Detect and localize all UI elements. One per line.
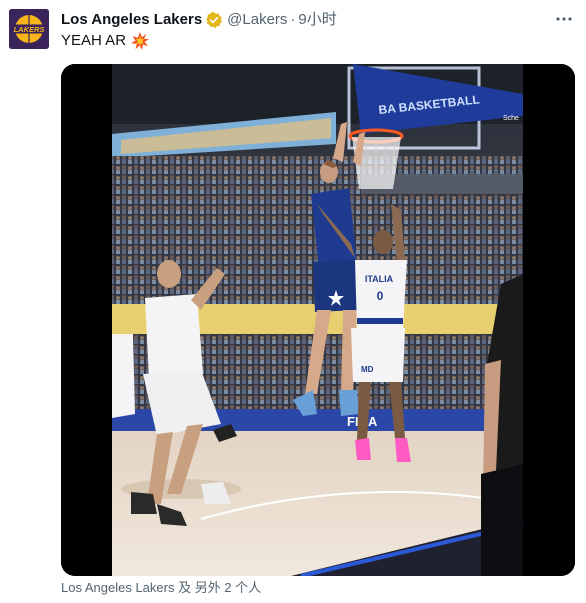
video-media[interactable]: FIBA BA BASKETBALL Sche bbox=[61, 64, 575, 576]
more-horizontal-icon[interactable] bbox=[552, 9, 576, 29]
collision-emoji-icon bbox=[131, 32, 150, 50]
timestamp[interactable]: 9小时 bbox=[298, 10, 336, 30]
avatar-wordmark: LAKERS bbox=[14, 25, 45, 34]
backboard-small-text: Sche bbox=[503, 115, 519, 122]
italy-jersey-text: ITALIA bbox=[365, 274, 394, 284]
verified-badge-icon bbox=[205, 11, 223, 29]
tweet-text-content: YEAH AR bbox=[61, 32, 127, 49]
user-handle[interactable]: @Lakers bbox=[227, 10, 287, 30]
tweet-header: Los Angeles Lakers @Lakers · 9小时 bbox=[61, 10, 337, 30]
display-name[interactable]: Los Angeles Lakers bbox=[61, 10, 202, 30]
avatar[interactable]: LAKERS bbox=[9, 9, 49, 49]
tweet-text: YEAH AR bbox=[61, 31, 150, 51]
separator-dot: · bbox=[290, 11, 296, 28]
tweet[interactable]: LAKERS Los Angeles Lakers @Lakers · 9小时 … bbox=[0, 0, 586, 603]
italy-jersey-number: 0 bbox=[377, 289, 384, 303]
video-frame: FIBA BA BASKETBALL Sche bbox=[112, 64, 524, 576]
tagged-users[interactable]: Los Angeles Lakers 及 另外 2 个人 bbox=[61, 579, 261, 597]
italy-shorts-text: MD bbox=[361, 365, 374, 374]
